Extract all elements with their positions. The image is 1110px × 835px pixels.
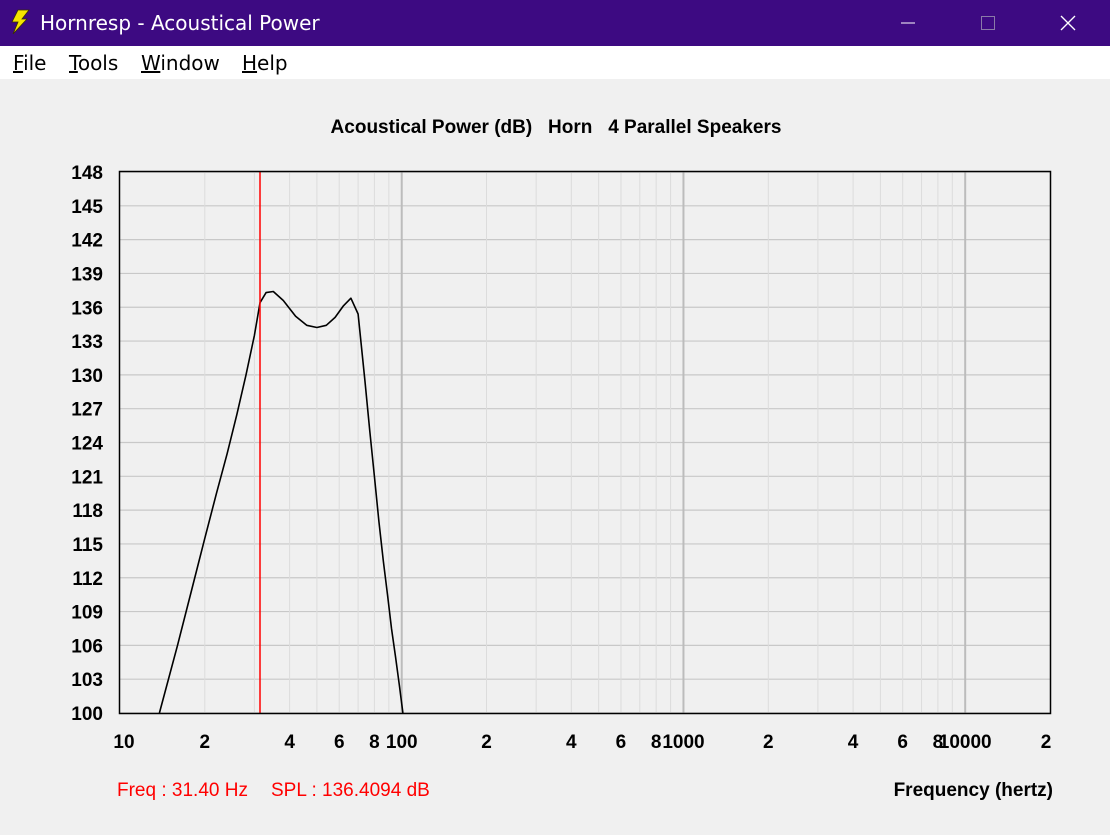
menu-file[interactable]: File: [13, 52, 46, 74]
y-tick-label: 145: [71, 197, 103, 218]
y-tick-label: 100: [71, 704, 103, 725]
menu-help-rest: elp: [257, 51, 288, 75]
close-icon: [1060, 15, 1076, 31]
maximize-button[interactable]: [948, 0, 1028, 46]
window-title: Hornresp - Acoustical Power: [40, 11, 320, 35]
x-tick-label: 4: [848, 732, 859, 753]
x-tick-label: 2: [481, 732, 492, 753]
maximize-icon: [981, 16, 995, 30]
y-tick-label: 109: [71, 603, 103, 624]
x-axis-label: Frequency (hertz): [893, 780, 1053, 801]
x-tick-label: 6: [897, 732, 908, 753]
y-tick-label: 142: [71, 231, 103, 252]
y-tick-label: 148: [71, 163, 103, 184]
x-tick-label: 100: [386, 732, 418, 753]
x-tick-label: 8: [369, 732, 380, 753]
spl-readout: SPL : 136.4094 dB: [271, 780, 430, 801]
menu-bar: File Tools Window Help: [0, 46, 1110, 79]
menu-file-rest: ile: [23, 51, 47, 75]
y-tick-label: 127: [71, 400, 103, 421]
x-tick-label: 8: [651, 732, 662, 753]
y-tick-label: 103: [71, 670, 103, 691]
y-tick-label: 136: [71, 298, 103, 319]
x-tick-label: 4: [566, 732, 577, 753]
series-line: [158, 290, 404, 714]
y-tick-label: 124: [71, 434, 103, 455]
series-group: [158, 290, 404, 714]
x-tick-label: 2: [1041, 732, 1052, 753]
minimize-icon: [901, 22, 915, 24]
menu-window[interactable]: Window: [141, 52, 220, 74]
menu-window-rest: indow: [160, 51, 220, 75]
x-tick-label: 2: [763, 732, 774, 753]
y-tick-label: 118: [72, 501, 103, 522]
y-tick-label: 112: [72, 569, 103, 590]
plot-area[interactable]: Acoustical Power (dB) Horn 4 Parallel Sp…: [0, 79, 1110, 835]
y-tick-label: 130: [71, 366, 103, 387]
y-tick-label: 106: [71, 636, 103, 657]
x-tick-label: 4: [284, 732, 295, 753]
y-tick-labels: 148 145 142 139 136 133 130 127 124 121 118 115 112 1…: [71, 163, 103, 725]
menu-help[interactable]: Help: [242, 52, 288, 74]
title-bar: Hornresp - Acoustical Power: [0, 0, 1110, 46]
y-tick-label: 139: [71, 264, 103, 285]
menu-tools[interactable]: Tools: [69, 52, 118, 74]
x-tick-label: 1000: [662, 732, 704, 753]
y-tick-label: 133: [71, 332, 103, 353]
menu-help-accel: H: [242, 51, 258, 75]
menu-tools-accel: T: [69, 51, 78, 75]
y-tick-label: 115: [72, 535, 103, 556]
menu-tools-rest: ools: [77, 51, 119, 75]
menu-window-accel: W: [141, 51, 161, 75]
frequency-readout: Freq : 31.40 Hz: [117, 780, 248, 801]
x-tick-label: 2: [200, 732, 211, 753]
close-button[interactable]: [1028, 0, 1108, 46]
x-tick-label: 10: [113, 732, 134, 753]
y-tick-label: 121: [71, 467, 103, 488]
chart-title: Acoustical Power (dB) Horn 4 Parallel Sp…: [331, 117, 782, 138]
x-tick-label: 6: [334, 732, 345, 753]
x-tick-labels: 10 2 4 6 8 100 2 4 6 8 1000 2 4 6 810000 2: [113, 732, 1051, 753]
acoustical-power-chart[interactable]: Acoustical Power (dB) Horn 4 Parallel Sp…: [0, 79, 1110, 835]
x-tick-label: 10000: [939, 732, 992, 753]
x-tick-label: 6: [616, 732, 627, 753]
minimize-button[interactable]: [868, 0, 948, 46]
menu-file-accel: F: [13, 51, 24, 75]
lightning-bolt-icon: [11, 9, 30, 35]
